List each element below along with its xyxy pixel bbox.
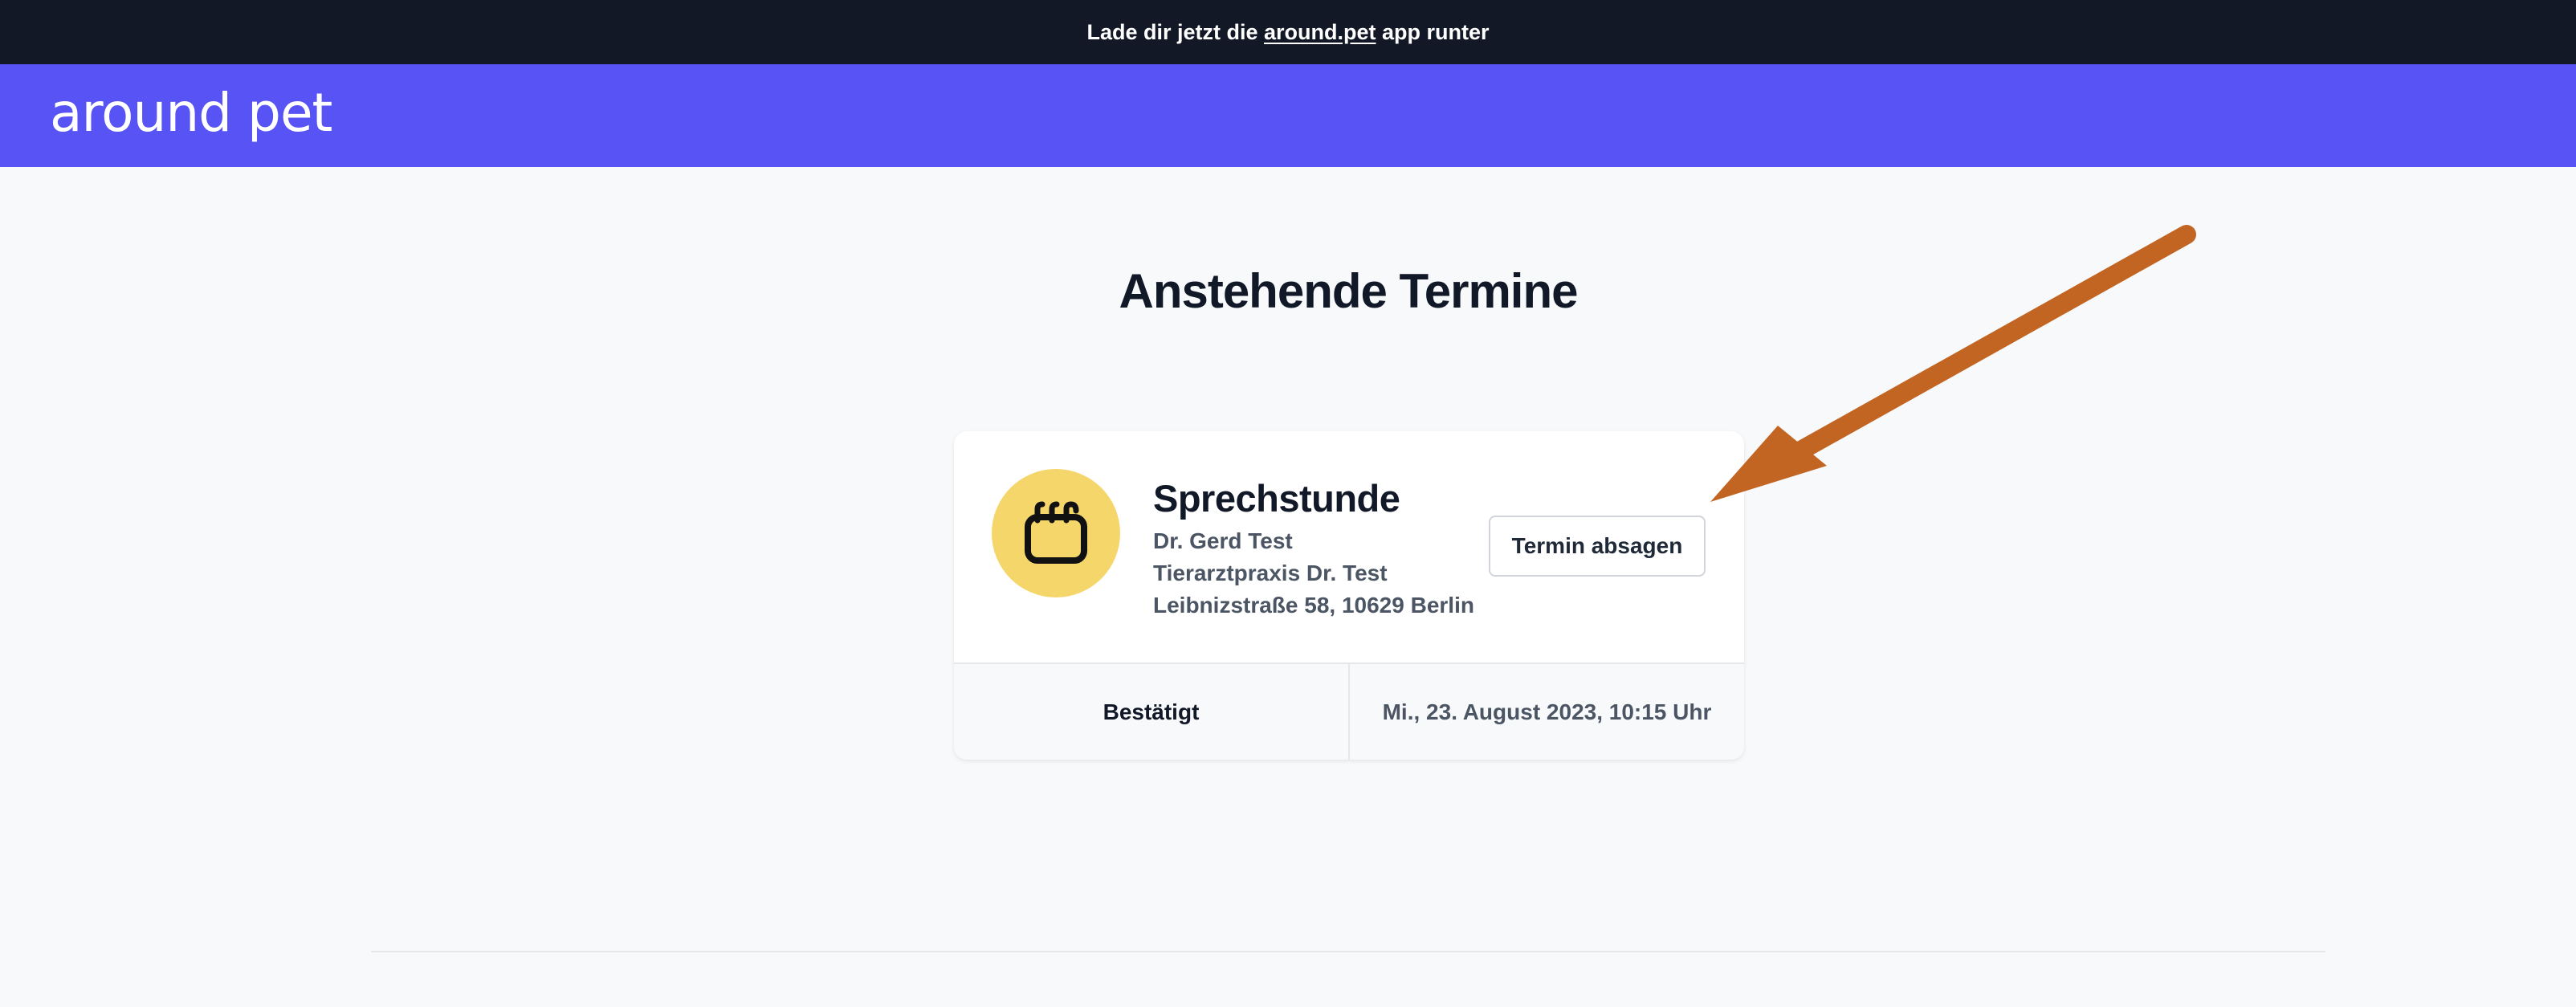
appointment-meta: Bestätigt Mi., 23. August 2023, 10:15 Uh…	[954, 662, 1744, 760]
footer-divider	[371, 951, 2325, 952]
around-pet-link[interactable]: around.pet	[1264, 20, 1376, 45]
appointment-datetime: Mi., 23. August 2023, 10:15 Uhr	[1382, 699, 1712, 724]
cancel-appointment-button[interactable]: Termin absagen	[1489, 516, 1706, 577]
appointment-card: Sprechstunde Dr. Gerd Test Tierarztpraxi…	[954, 431, 1744, 760]
banner-text-before: Lade dir jetzt die	[1086, 19, 1265, 44]
practice-address: Leibnizstraße 58, 10629 Berlin	[1153, 593, 1474, 618]
practice-name: Tierarztpraxis Dr. Test	[1153, 561, 1388, 585]
appointment-details: Sprechstunde Dr. Gerd Test Tierarztpraxi…	[954, 431, 1744, 663]
doctor-name: Dr. Gerd Test	[1153, 528, 1293, 553]
page-title: Anstehende Termine	[1119, 264, 1578, 318]
banner-text-after: app runter	[1376, 19, 1490, 44]
calendar-icon	[1025, 501, 1087, 564]
app-download-banner: Lade dir jetzt die around.pet app runter	[0, 0, 2576, 64]
site-header: around pet	[0, 64, 2576, 167]
brand-logo[interactable]: around pet	[50, 82, 332, 144]
status-badge: Bestätigt	[954, 664, 1350, 760]
appointment-avatar	[992, 469, 1120, 597]
appointment-type: Sprechstunde	[1153, 477, 1400, 520]
